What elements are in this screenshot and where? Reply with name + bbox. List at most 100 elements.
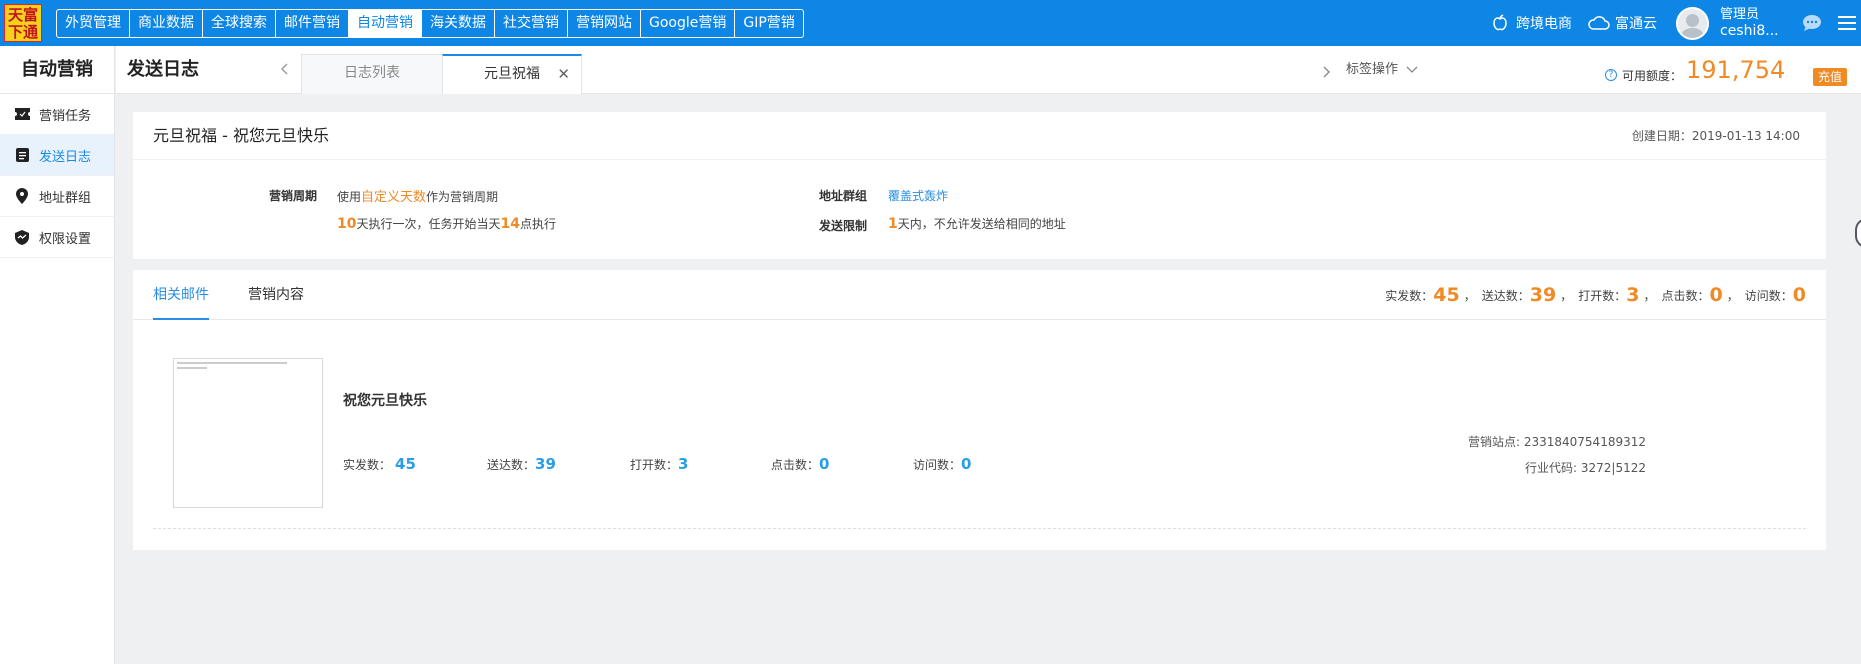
cycle-time: 14 xyxy=(500,216,520,232)
sidebar-item-label: 权限设置 xyxy=(39,231,92,247)
email-delivered-value: 39 xyxy=(535,455,556,473)
chat-bubble-icon xyxy=(1803,15,1821,31)
group-value[interactable]: 覆盖式轰炸 xyxy=(888,187,948,204)
shield-icon xyxy=(14,229,30,245)
nav-item-3[interactable]: 邮件营销 xyxy=(276,10,349,37)
tab-label: 日志列表 xyxy=(344,65,400,81)
task-title: 元旦祝福 - 祝您元旦快乐 xyxy=(153,126,329,145)
hamburger-menu-icon xyxy=(1838,16,1856,30)
row-divider xyxy=(153,528,1806,529)
chevron-left-icon xyxy=(281,63,288,75)
quota-value: 191,754 xyxy=(1686,56,1786,84)
stats-card: 相关邮件 营销内容 实发数： 45， 送达数： 39， 打开数： 3， 点击数： 0， … xyxy=(133,270,1826,550)
email-delivered-stat: 送达数： 39 xyxy=(487,455,556,473)
nav-item-4[interactable]: 自动营销 xyxy=(349,10,422,37)
user-role: 管理员 xyxy=(1720,7,1760,22)
summary-opened-label: 打开数： xyxy=(1578,288,1627,303)
ticket-icon xyxy=(14,106,30,122)
sidebar-item-permissions[interactable]: 权限设置 xyxy=(0,217,114,258)
sidebar-title: 自动营销 xyxy=(0,46,114,94)
nav-item-1[interactable]: 商业数据 xyxy=(130,10,203,37)
summary-delivered-value: 39 xyxy=(1529,284,1557,306)
chat-button[interactable] xyxy=(1802,0,1822,46)
nav-item-6[interactable]: 社交营销 xyxy=(495,10,568,37)
quota-label: 可用额度： xyxy=(1622,68,1683,83)
nav-item-9[interactable]: GIP营销 xyxy=(735,10,802,37)
email-clicked-stat: 点击数： 0 xyxy=(771,455,829,473)
marketing-site-label: 营销站点: xyxy=(1467,435,1524,449)
cloud-label: 富通云 xyxy=(1615,16,1657,32)
nav-item-0[interactable]: 外贸管理 xyxy=(57,10,130,37)
email-sent-label: 实发数： xyxy=(343,458,392,472)
email-sent-stat: 实发数： 45 xyxy=(343,455,416,473)
email-delivered-label: 送达数： xyxy=(487,458,536,472)
main-nav: 外贸管理 商业数据 全球搜索 邮件营销 自动营销 海关数据 社交营销 营销网站 Google营销… xyxy=(56,9,804,38)
limit-text: 天内，不允许发送给相同的地址 xyxy=(897,217,1066,231)
limit-value: 1天内，不允许发送给相同的地址 xyxy=(888,215,1066,232)
cloud-icon xyxy=(1588,16,1610,30)
email-opened-stat: 打开数： 3 xyxy=(630,455,688,473)
task-info-card: 元旦祝福 - 祝您元旦快乐 创建日期：2019-01-13 14:00 营销周期… xyxy=(133,112,1826,259)
cycle-text-post: 作为营销周期 xyxy=(426,190,499,204)
summary-delivered-label: 送达数： xyxy=(1481,288,1530,303)
sidebar-item-label: 营销任务 xyxy=(39,108,92,124)
user-name: ceshi8... xyxy=(1720,23,1779,39)
email-clicked-label: 点击数： xyxy=(771,458,820,472)
email-visited-label: 访问数： xyxy=(913,458,962,472)
cross-border-link[interactable]: 跨境电商 xyxy=(1490,0,1572,46)
menu-button[interactable] xyxy=(1838,0,1856,46)
cycle-schedule: 10天执行一次，任务开始当天14点执行 xyxy=(337,215,556,232)
cycle-highlight: 自定义天数 xyxy=(361,190,427,205)
tag-operations-dropdown[interactable]: 标签操作 xyxy=(1346,46,1418,94)
tab-new-year[interactable]: 元旦祝福 ✕ xyxy=(442,54,582,94)
apple-icon xyxy=(1493,14,1507,31)
top-navigation-bar: 天富 下通 外贸管理 商业数据 全球搜索 邮件营销 自动营销 海关数据 社交营销 营销网站 Go… xyxy=(0,0,1861,46)
tabs-scroll-left[interactable] xyxy=(281,63,289,79)
limit-days: 1 xyxy=(888,216,898,232)
brand-logo[interactable]: 天富 下通 xyxy=(4,4,42,42)
cycle-value: 使用自定义天数作为营销周期 xyxy=(337,186,498,205)
tab-related-emails[interactable]: 相关邮件 xyxy=(153,270,209,320)
limit-label: 发送限制 xyxy=(819,219,868,233)
floating-service-widget[interactable] xyxy=(1855,218,1861,248)
cloud-link[interactable]: 富通云 xyxy=(1587,0,1657,46)
nav-item-5[interactable]: 海关数据 xyxy=(422,10,495,37)
logo-text-top: 天富 xyxy=(7,6,38,24)
sidebar-item-address-groups[interactable]: 地址群组 xyxy=(0,176,114,217)
tag-operations-label: 标签操作 xyxy=(1346,62,1399,77)
sidebar-item-label: 发送日志 xyxy=(39,149,92,165)
chevron-right-icon xyxy=(1323,66,1330,78)
sidebar: 自动营销 营销任务 发送日志 地址群组 权限设置 xyxy=(0,46,115,664)
sidebar-item-tasks[interactable]: 营销任务 xyxy=(0,94,114,135)
help-icon[interactable]: ? xyxy=(1605,69,1617,81)
recharge-button[interactable]: 充值 xyxy=(1813,68,1848,86)
separator: ， xyxy=(1643,288,1656,303)
nav-item-8[interactable]: Google营销 xyxy=(641,10,736,37)
email-clicked-value: 0 xyxy=(819,455,830,473)
email-visited-stat: 访问数： 0 xyxy=(913,455,971,473)
separator: ， xyxy=(1560,288,1573,303)
email-thumbnail[interactable] xyxy=(173,358,323,508)
nav-item-7[interactable]: 营销网站 xyxy=(568,10,641,37)
summary-opened-value: 3 xyxy=(1626,284,1640,306)
location-pin-icon xyxy=(14,188,30,204)
tab-log-list[interactable]: 日志列表 xyxy=(301,54,443,94)
tabs-scroll-right[interactable] xyxy=(1322,63,1330,82)
nav-item-2[interactable]: 全球搜索 xyxy=(203,10,276,37)
email-opened-value: 3 xyxy=(678,455,689,473)
tab-marketing-content[interactable]: 营销内容 xyxy=(248,270,304,320)
cycle-end-text: 点执行 xyxy=(519,217,556,231)
user-info[interactable]: 管理员 ceshi8... xyxy=(1720,6,1779,40)
tab-label: 元旦祝福 xyxy=(484,66,540,82)
chevron-down-icon xyxy=(1406,66,1418,73)
sidebar-item-send-log[interactable]: 发送日志 xyxy=(0,135,114,176)
industry-code: 行业代码: 3272|5122 xyxy=(1468,455,1646,481)
marketing-site-value: 2331840754189312 xyxy=(1523,435,1646,449)
separator: ， xyxy=(1726,288,1739,303)
email-subject[interactable]: 祝您元旦快乐 xyxy=(343,390,427,410)
summary-stats: 实发数： 45， 送达数： 39， 打开数： 3， 点击数： 0， 访问数： 0 xyxy=(1385,270,1806,320)
email-sent-value: 45 xyxy=(395,455,416,473)
user-avatar[interactable] xyxy=(1676,7,1709,40)
email-visited-value: 0 xyxy=(961,455,972,473)
close-icon[interactable]: ✕ xyxy=(557,56,570,93)
